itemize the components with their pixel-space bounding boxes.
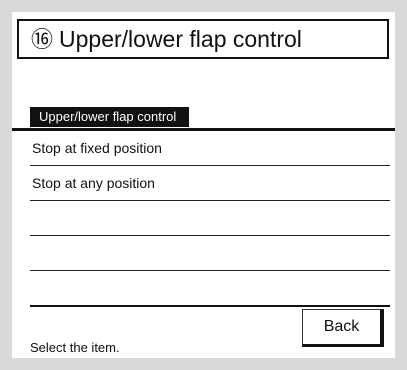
menu-number: ⑯ (31, 28, 54, 53)
option-stop-fixed-position[interactable]: Stop at fixed position (30, 131, 390, 166)
status-message: Select the item. (30, 340, 120, 355)
option-list: Upper/lower flap control Stop at fixed p… (12, 104, 395, 307)
option-empty-row (30, 236, 390, 271)
page-title-text: Upper/lower flap control (59, 26, 302, 52)
list-header-label: Upper/lower flap control (30, 107, 190, 127)
list-header: Upper/lower flap control (12, 104, 395, 131)
back-button[interactable]: Back (302, 309, 384, 347)
option-empty-row (30, 271, 390, 307)
option-label: Stop at fixed position (32, 140, 162, 156)
option-label: Stop at any position (32, 175, 155, 191)
option-stop-any-position[interactable]: Stop at any position (30, 166, 390, 201)
option-empty-row (30, 201, 390, 236)
page-title: ⑯ Upper/lower flap control (31, 26, 302, 54)
remote-controller-screen: ⑯ Upper/lower flap control Upper/lower fl… (12, 12, 395, 358)
title-bar: ⑯ Upper/lower flap control (17, 19, 389, 59)
